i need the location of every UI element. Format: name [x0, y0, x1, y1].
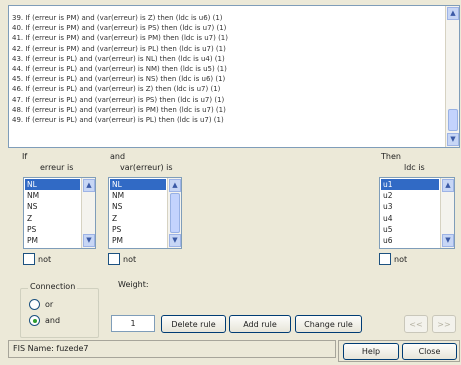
list-item[interactable]: NL [110, 179, 166, 191]
connection-group [20, 288, 99, 338]
not-label: not [123, 255, 137, 264]
var-erreur-is-label: var(erreur) is [120, 163, 173, 172]
weight-input[interactable]: 1 [111, 315, 155, 332]
rule-line[interactable]: 42. If (erreur is PM) and (var(erreur) i… [12, 44, 443, 54]
list-item[interactable]: NS [25, 201, 80, 212]
scroll-down-icon[interactable]: ▼ [442, 234, 454, 247]
list-item[interactable]: NS [110, 201, 166, 212]
and-option-label: and [45, 316, 61, 325]
list-item[interactable]: u5 [381, 224, 439, 235]
list-item[interactable]: NM [25, 190, 80, 201]
rule-line[interactable]: 40. If (erreur is PM) and (var(erreur) i… [12, 23, 443, 33]
and-label: and [110, 152, 126, 161]
scroll-down-icon[interactable]: ▼ [447, 133, 459, 146]
var-erreur-listbox[interactable]: NL NM NS Z PS PM ▲ ▼ [108, 177, 182, 249]
not-checkbox-erreur[interactable] [23, 253, 35, 265]
scroll-thumb[interactable] [448, 109, 458, 131]
list-item[interactable]: u6 [381, 235, 439, 246]
scroll-down-icon[interactable]: ▼ [169, 234, 181, 247]
rule-line[interactable]: 46. If (erreur is PL) and (var(erreur) i… [12, 84, 443, 94]
radio-selected-dot [33, 319, 37, 323]
list-item[interactable]: NM [110, 190, 166, 201]
status-bar: FIS Name: fuzede7 [8, 340, 336, 358]
list-item[interactable]: PM [110, 235, 166, 246]
rule-line[interactable]: 41. If (erreur is PM) and (var(erreur) i… [12, 33, 443, 43]
delete-rule-button[interactable]: Delete rule [161, 315, 226, 333]
scroll-up-icon[interactable]: ▲ [447, 7, 459, 20]
rule-line[interactable]: 45. If (erreur is PL) and (var(erreur) i… [12, 74, 443, 84]
or-radio[interactable] [29, 299, 40, 310]
ldc-is-label: ldc is [404, 163, 425, 172]
change-rule-button[interactable]: Change rule [295, 315, 362, 333]
add-rule-button[interactable]: Add rule [229, 315, 291, 333]
scroll-down-icon[interactable]: ▼ [83, 234, 95, 247]
not-label: not [394, 255, 408, 264]
scroll-up-icon[interactable]: ▲ [83, 179, 95, 192]
list-item[interactable]: PS [25, 224, 80, 235]
rule-line[interactable]: 39. If (erreur is PM) and (var(erreur) i… [12, 13, 443, 23]
list-item[interactable]: Z [25, 213, 80, 224]
rule-list[interactable]: 39. If (erreur is PM) and (var(erreur) i… [8, 5, 460, 148]
not-checkbox-ldc[interactable] [379, 253, 391, 265]
if-label: If [22, 152, 28, 161]
list-item[interactable]: Z [110, 213, 166, 224]
list-item[interactable]: u1 [381, 179, 439, 191]
or-label: or [45, 300, 54, 309]
and-radio[interactable] [29, 315, 40, 326]
list-item[interactable]: PM [25, 235, 80, 246]
scroll-thumb[interactable] [170, 193, 180, 233]
rule-line[interactable]: 48. If (erreur is PL) and (var(erreur) i… [12, 105, 443, 115]
scroll-up-icon[interactable]: ▲ [169, 179, 181, 192]
close-button[interactable]: Close [402, 343, 457, 360]
var-erreur-scrollbar[interactable]: ▲ ▼ [167, 178, 181, 248]
help-button[interactable]: Help [343, 343, 399, 360]
rule-line[interactable]: 47. If (erreur is PL) and (var(erreur) i… [12, 95, 443, 105]
ldc-listbox[interactable]: u1 u2 u3 u4 u5 u6 ▲ ▼ [379, 177, 455, 249]
connection-label: Connection [28, 282, 78, 291]
not-checkbox-var-erreur[interactable] [108, 253, 120, 265]
rule-line[interactable]: 44. If (erreur is PL) and (var(erreur) i… [12, 64, 443, 74]
rule-line[interactable]: 49. If (erreur is PL) and (var(erreur) i… [12, 115, 443, 125]
previous-button[interactable]: << [404, 315, 428, 333]
rule-lines: 39. If (erreur is PM) and (var(erreur) i… [12, 13, 443, 125]
then-label: Then [381, 152, 401, 161]
erreur-scrollbar[interactable]: ▲ ▼ [81, 178, 95, 248]
list-item[interactable]: NL [25, 179, 80, 191]
not-label: not [38, 255, 52, 264]
list-item[interactable]: u4 [381, 213, 439, 224]
list-item[interactable]: u3 [381, 201, 439, 212]
rule-line[interactable]: 43. If (erreur is PL) and (var(erreur) i… [12, 54, 443, 64]
rule-list-scrollbar[interactable]: ▲ ▼ [445, 6, 459, 147]
erreur-is-label: erreur is [40, 163, 74, 172]
next-button[interactable]: >> [432, 315, 456, 333]
scroll-up-icon[interactable]: ▲ [442, 179, 454, 192]
erreur-listbox[interactable]: NL NM NS Z PS PM ▲ ▼ [23, 177, 96, 249]
ldc-scrollbar[interactable]: ▲ ▼ [440, 178, 454, 248]
weight-label: Weight: [118, 280, 149, 289]
list-item[interactable]: PS [110, 224, 166, 235]
list-item[interactable]: u2 [381, 190, 439, 201]
